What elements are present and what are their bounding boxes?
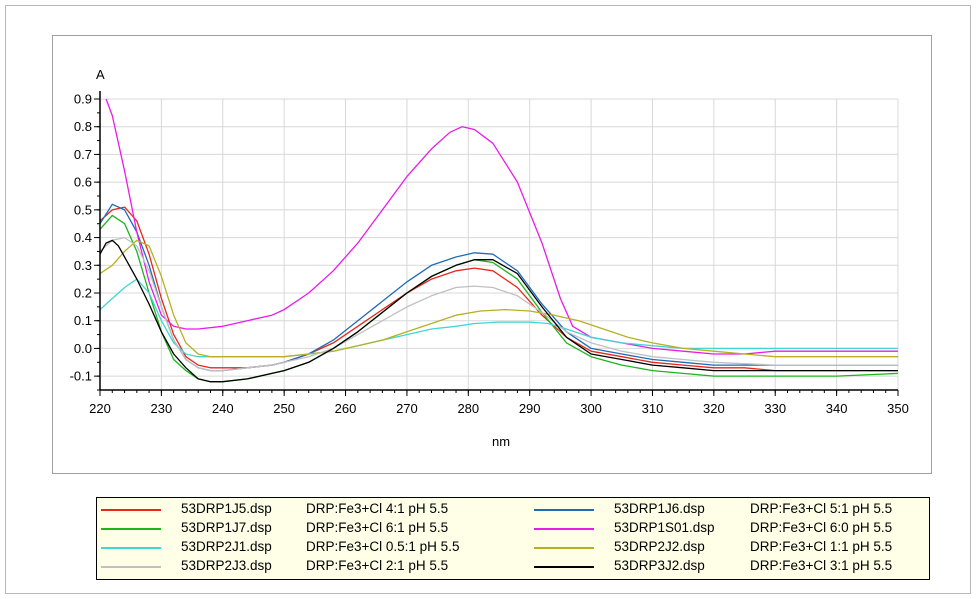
y-tick-label: 0.8 <box>74 119 92 134</box>
y-tick-label: 0.5 <box>74 202 92 217</box>
legend-file-name: 53DRP2J2.dsp <box>614 539 705 554</box>
legend: 53DRP1J5.dsp DRP:Fe3+Cl 4:1 pH 5.5 53DRP1J… <box>96 497 930 580</box>
legend-file-name: 53DRP3J2.dsp <box>614 558 705 573</box>
legend-description: DRP:Fe3+Cl 0.5:1 pH 5.5 <box>306 539 460 554</box>
spectrum-chart: -0.1 0.0 0.1 0.2 0.3 0.4 0.5 0.6 0.7 0.8 0.9 220 230… <box>70 67 909 449</box>
y-tick-label: -0.1 <box>70 369 92 384</box>
legend-swatch <box>534 547 594 549</box>
x-axis-label: nm <box>492 434 510 449</box>
legend-swatch <box>101 509 161 511</box>
legend-description: DRP:Fe3+Cl 5:1 pH 5.5 <box>750 501 893 516</box>
legend-swatch <box>534 566 594 568</box>
legend-file-name: 53DRP2J1.dsp <box>181 539 272 554</box>
y-tick-label: 0.3 <box>74 258 92 273</box>
series-line <box>99 239 898 383</box>
y-tick-label: 0.9 <box>74 92 92 107</box>
legend-swatch <box>101 547 161 549</box>
y-tick-label: 0.7 <box>74 147 92 162</box>
x-tick-label: 230 <box>151 401 173 416</box>
legend-description: DRP:Fe3+Cl 1:1 pH 5.5 <box>750 539 893 554</box>
x-tick-label: 310 <box>642 401 664 416</box>
series-line <box>99 203 898 372</box>
x-tick-label: 340 <box>826 401 848 416</box>
y-tick-label: 0.6 <box>74 175 92 190</box>
legend-description: DRP:Fe3+Cl 6:0 pH 5.5 <box>750 520 893 535</box>
plot-panel: -0.1 0.0 0.1 0.2 0.3 0.4 0.5 0.6 0.7 0.8 0.9 220 230… <box>52 35 932 474</box>
legend-file-name: 53DRP1J5.dsp <box>181 501 272 516</box>
series-line <box>105 98 898 355</box>
x-tick-label: 290 <box>519 401 541 416</box>
grid <box>99 98 899 390</box>
x-tick-label: 280 <box>457 401 479 416</box>
x-tick-label: 260 <box>335 401 357 416</box>
y-axis-label: A <box>96 67 105 82</box>
x-tick-label: 300 <box>580 401 602 416</box>
legend-swatch <box>101 566 161 568</box>
legend-file-name: 53DRP1J6.dsp <box>614 501 705 516</box>
legend-file-name: 53DRP2J3.dsp <box>181 558 272 573</box>
y-tick-label: 0.4 <box>74 230 92 245</box>
y-tick-label: 0.2 <box>74 286 92 301</box>
legend-description: DRP:Fe3+Cl 4:1 pH 5.5 <box>306 501 449 516</box>
x-tick-label: 220 <box>89 401 111 416</box>
legend-description: DRP:Fe3+Cl 3:1 pH 5.5 <box>750 558 893 573</box>
series-line <box>99 206 898 372</box>
legend-description: DRP:Fe3+Cl 6:1 pH 5.5 <box>306 520 449 535</box>
legend-file-name: 53DRP1S01.dsp <box>614 520 715 535</box>
x-tick-label: 350 <box>887 401 909 416</box>
legend-description: DRP:Fe3+Cl 2:1 pH 5.5 <box>306 558 449 573</box>
x-tick-label: 250 <box>273 401 295 416</box>
x-tick-label: 270 <box>396 401 418 416</box>
series-lines <box>99 98 899 383</box>
x-tick-label: 320 <box>703 401 725 416</box>
legend-file-name: 53DRP1J7.dsp <box>181 520 272 535</box>
legend-swatch <box>534 509 594 511</box>
series-line <box>99 278 898 358</box>
legend-swatch <box>101 528 161 530</box>
y-tick-label: 0.1 <box>74 313 92 328</box>
x-tick-label: 330 <box>764 401 786 416</box>
y-tick-label: 0.0 <box>74 341 92 356</box>
legend-swatch <box>534 528 594 530</box>
x-tick-label: 240 <box>212 401 234 416</box>
